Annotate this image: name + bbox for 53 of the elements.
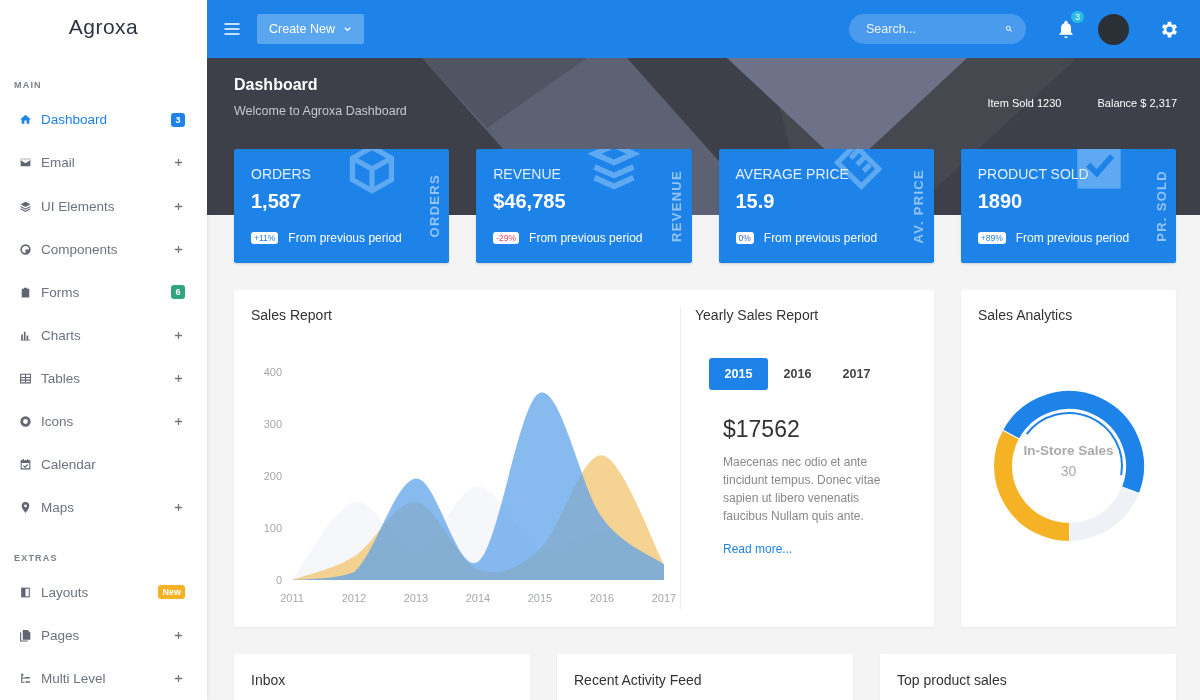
axis-label: 2013 [403, 592, 429, 604]
stat-value: 1,587 [251, 190, 303, 213]
section-heading: MAIN [13, 79, 43, 93]
axis-label: 2011 [280, 592, 304, 604]
stat-note: From previous period [288, 231, 402, 245]
notification-badge: 3 [1071, 11, 1084, 23]
stat-note: From previous period [763, 231, 878, 245]
stat-title: PRODUCT SOLD [977, 166, 1090, 182]
change-badge: +89% [977, 232, 1006, 244]
axis-label: 0 [275, 574, 282, 586]
page-title: Dashboard [234, 76, 319, 94]
change-badge: 0% [735, 232, 754, 244]
count-badge: New [158, 585, 185, 600]
page-subtitle: Welcome to Agroxa Dashboard [234, 104, 407, 118]
count-badge: 6 [171, 285, 185, 300]
panel-title: Inbox [251, 672, 287, 688]
stat-title: REVENUE [493, 166, 562, 182]
axis-label: 400 [263, 366, 282, 378]
stat-value: 1890 [977, 190, 1024, 213]
change-badge: -29% [493, 232, 520, 244]
donut-label: In-Store Sales [1022, 443, 1115, 458]
donut-value: 30 [1059, 463, 1078, 479]
vertical-label: REVENUE [669, 170, 684, 242]
panel-title: Sales Report [251, 307, 333, 323]
section-heading: EXTRAS [13, 551, 59, 565]
axis-label: 2014 [465, 592, 491, 604]
stat-value: $46,785 [493, 190, 567, 213]
vertical-label: ORDERS [426, 174, 442, 238]
vertical-label: AV. PRICE [911, 168, 927, 244]
axis-label: 2017 [651, 592, 677, 604]
axis-label: 200 [263, 470, 282, 482]
stat-note: From previous period [1015, 231, 1130, 245]
axis-label: 300 [263, 418, 282, 430]
panel-title: Top product sales [897, 672, 1008, 688]
description-text: Maecenas nec odio et ante tincidunt tempus. Donec vitae sapien ut libero venenatis faucibus Nullam quis ante. [723, 454, 882, 525]
change-badge: +11% [251, 232, 279, 244]
axis-label: 100 [263, 522, 282, 534]
axis-label: 2015 [527, 592, 553, 604]
panel-title: Sales Analytics [978, 307, 1074, 323]
logo-text: Agroxa [68, 14, 139, 40]
vertical-label: PR. SOLD [1153, 170, 1169, 242]
panel-title: Recent Activity Feed [574, 672, 703, 688]
stat-title: AVERAGE PRICE [735, 166, 850, 182]
count-badge: 3 [171, 112, 185, 127]
axis-label: 2016 [589, 592, 615, 604]
stat-value: 15.9 [735, 190, 776, 213]
axis-label: 2012 [341, 592, 367, 604]
panel-title: Yearly Sales Report [695, 307, 820, 323]
stat-note: From previous period [529, 231, 643, 245]
stat-title: ORDERS [251, 166, 312, 182]
summary-stat: Balance $ 2,317 [1097, 97, 1177, 109]
summary-stat: Item Sold 1230 [987, 97, 1062, 109]
sales-amount: $17562 [723, 416, 801, 443]
